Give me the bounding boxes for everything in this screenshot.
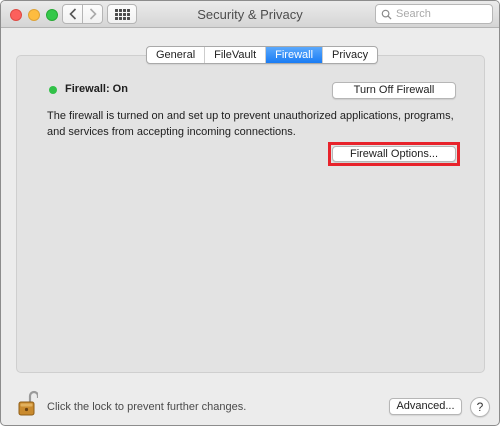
- security-privacy-window: Security & Privacy General FileVault Fir…: [0, 0, 500, 426]
- status-indicator-icon: [49, 86, 57, 94]
- content-panel: [16, 55, 485, 373]
- advanced-button[interactable]: Advanced...: [389, 398, 462, 415]
- firewall-options-button[interactable]: Firewall Options...: [332, 146, 456, 162]
- firewall-status: Firewall: On: [65, 83, 128, 95]
- unlocked-lock-icon[interactable]: [18, 389, 38, 417]
- tab-general[interactable]: General: [147, 47, 206, 63]
- tab-privacy[interactable]: Privacy: [323, 47, 377, 63]
- search-icon: [381, 9, 392, 20]
- turn-off-firewall-button[interactable]: Turn Off Firewall: [332, 82, 456, 99]
- tab-filevault[interactable]: FileVault: [205, 47, 267, 63]
- search-field[interactable]: [375, 4, 493, 24]
- lock-hint-text: Click the lock to prevent further change…: [47, 401, 247, 413]
- tab-firewall[interactable]: Firewall: [266, 47, 324, 63]
- firewall-description: The firewall is turned on and set up to …: [47, 110, 454, 138]
- help-button[interactable]: ?: [470, 397, 490, 417]
- search-input[interactable]: [396, 8, 486, 20]
- title-bar[interactable]: Security & Privacy: [1, 1, 499, 28]
- tab-bar: General FileVault Firewall Privacy: [146, 46, 379, 64]
